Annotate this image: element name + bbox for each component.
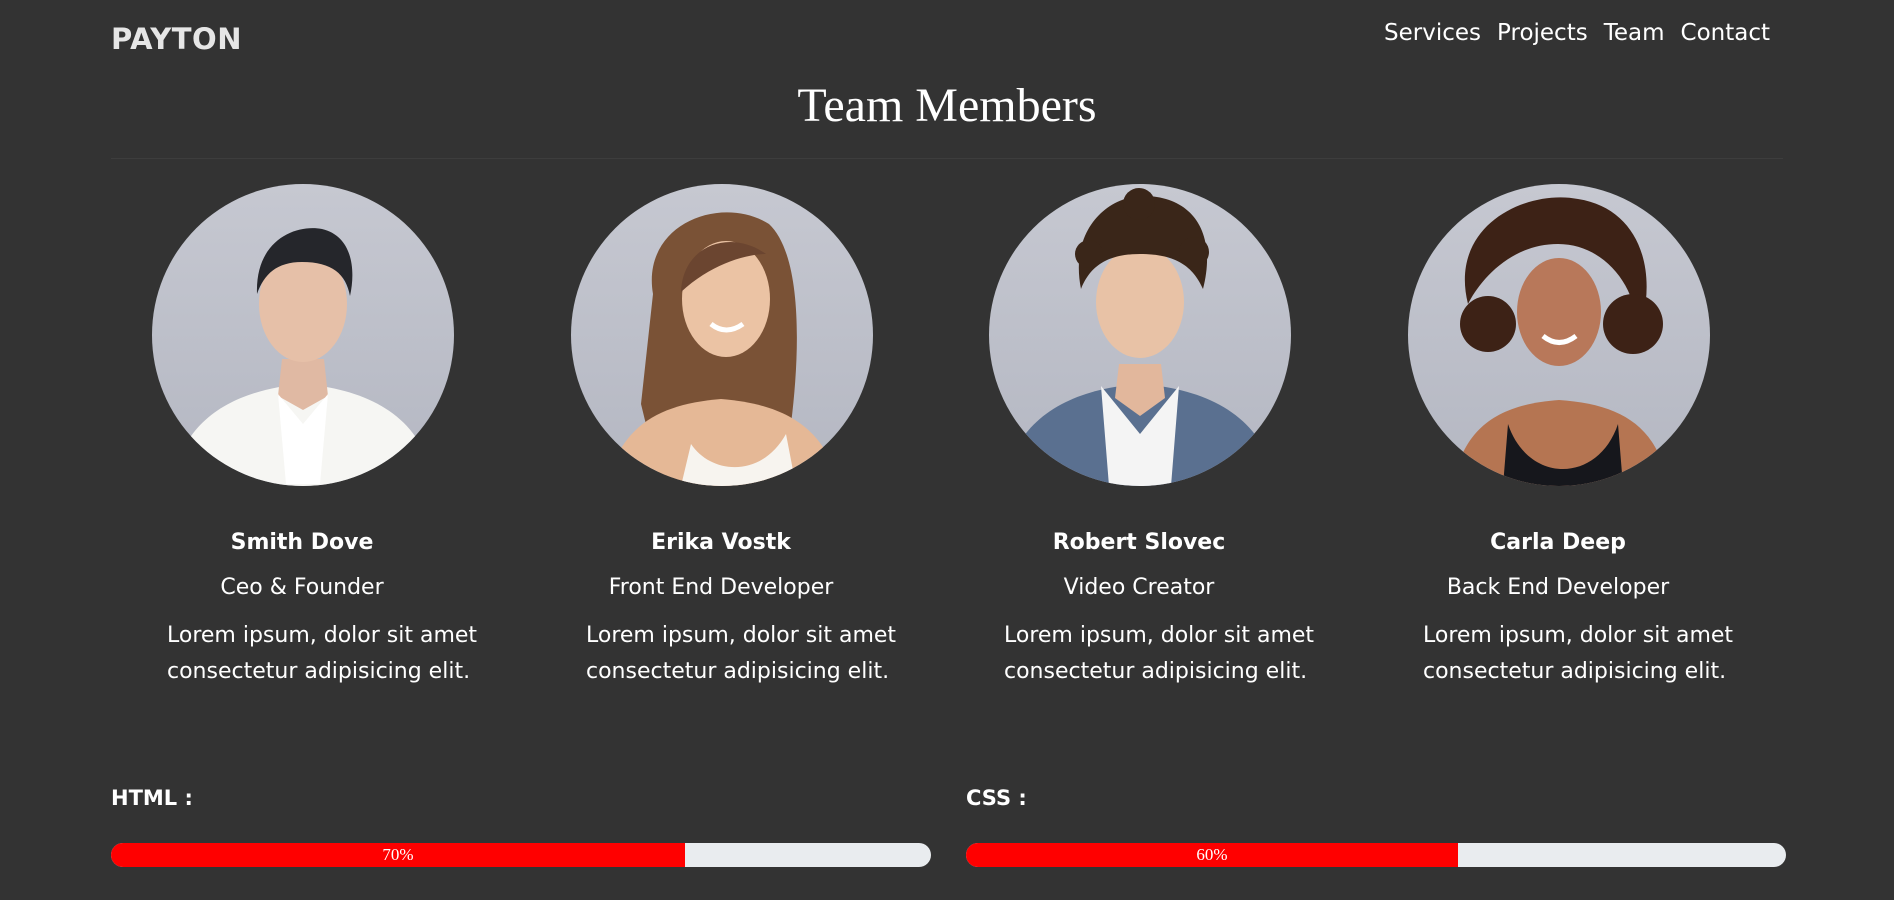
member-bio: Lorem ipsum, dolor sit amet consectetur …	[586, 618, 916, 690]
team-member-card: Smith Dove Ceo & Founder Lorem ipsum, do…	[142, 184, 477, 684]
member-bio-line: consectetur adipisicing elit.	[1423, 659, 1727, 684]
member-name: Carla Deep	[1490, 530, 1626, 555]
member-bio-line: consectetur adipisicing elit.	[586, 659, 890, 684]
skill-label: HTML :	[111, 786, 193, 810]
member-bio-line: Lorem ipsum, dolor sit amet	[167, 623, 478, 648]
team-member-card: Erika Vostk Front End Developer Lorem ip…	[561, 184, 896, 684]
team-member-card: Robert Slovec Video Creator Lorem ipsum,…	[979, 184, 1314, 684]
member-role: Front End Developer	[608, 575, 834, 600]
member-photo	[1408, 184, 1710, 486]
member-bio: Lorem ipsum, dolor sit amet consectetur …	[1004, 618, 1334, 690]
member-bio-line: Lorem ipsum, dolor sit amet	[586, 623, 897, 648]
member-name: Erika Vostk	[651, 530, 791, 555]
skill-label: CSS :	[966, 786, 1027, 810]
woman-long-hair-photo-icon	[606, 212, 839, 486]
woman-curly-hair-photo-icon	[1453, 197, 1668, 486]
member-name: Robert Slovec	[1052, 530, 1226, 555]
member-name: Smith Dove	[230, 530, 374, 555]
member-role: Ceo & Founder	[220, 575, 384, 600]
skill-progress-track: 70%	[111, 843, 931, 867]
skill-html: HTML : 70%	[111, 786, 931, 867]
page: PAYTON Services Projects Team Contact Te…	[0, 0, 1894, 900]
skill-css: CSS : 60%	[966, 786, 1786, 867]
man-curly-hair-blazer-photo-icon	[1004, 188, 1276, 486]
member-photo	[152, 184, 454, 486]
member-bio-line: consectetur adipisicing elit.	[1004, 659, 1308, 684]
member-photo	[989, 184, 1291, 486]
member-role: Back End Developer	[1446, 575, 1670, 600]
skill-progress-fill: 60%	[966, 843, 1458, 867]
member-role: Video Creator	[1063, 575, 1215, 600]
member-bio-line: Lorem ipsum, dolor sit amet	[1423, 623, 1734, 648]
team-grid: Smith Dove Ceo & Founder Lorem ipsum, do…	[0, 0, 1894, 900]
member-bio: Lorem ipsum, dolor sit amet consectetur …	[1423, 618, 1753, 690]
skill-progress-fill: 70%	[111, 843, 685, 867]
member-bio-line: Lorem ipsum, dolor sit amet	[1004, 623, 1315, 648]
team-member-card: Carla Deep Back End Developer Lorem ipsu…	[1398, 184, 1733, 684]
man-white-shirt-photo-icon	[172, 228, 434, 486]
member-photo	[571, 184, 873, 486]
member-bio-line: consectetur adipisicing elit.	[167, 659, 471, 684]
skill-progress-track: 60%	[966, 843, 1786, 867]
member-bio: Lorem ipsum, dolor sit amet consectetur …	[167, 618, 497, 690]
